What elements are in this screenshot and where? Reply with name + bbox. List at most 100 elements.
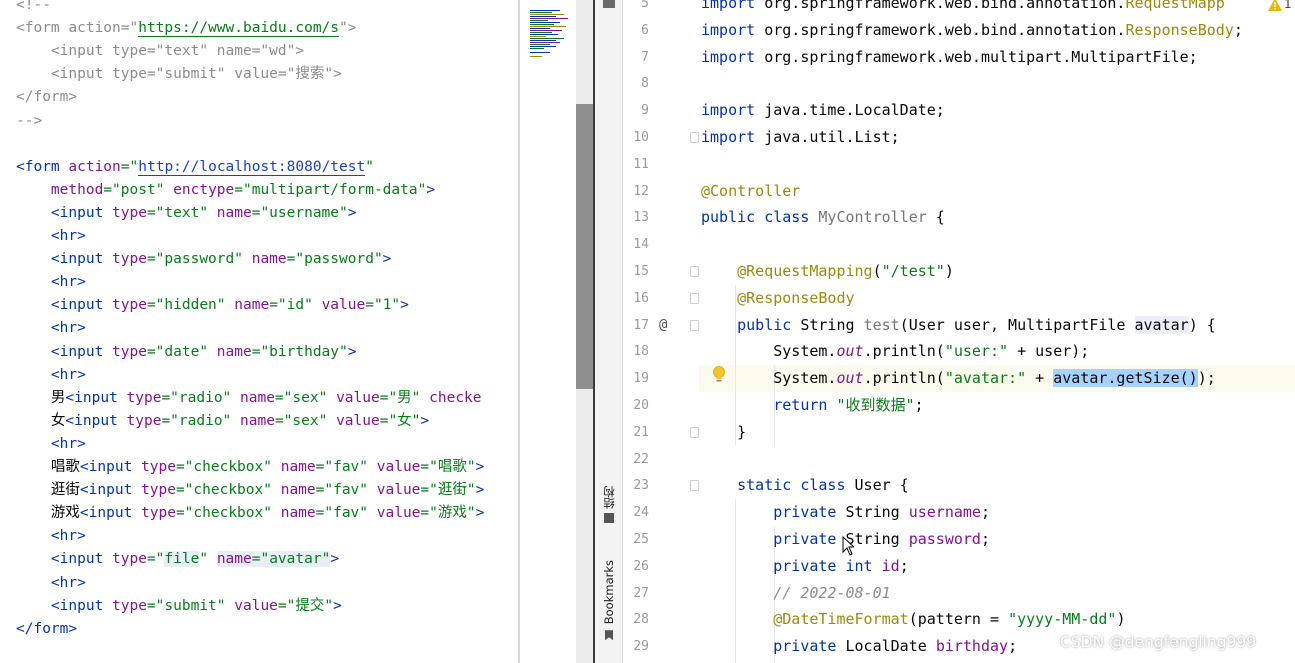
scrollbar-thumb[interactable] <box>576 104 593 389</box>
html-code-line: <hr> <box>16 364 86 387</box>
html-code-line: </form> <box>16 86 77 109</box>
code-token: action <box>68 158 121 175</box>
tool-tab-structure[interactable]: 结构 <box>599 486 619 527</box>
code-token: ="逛街" <box>420 482 476 499</box>
html-code-line: --> <box>16 110 42 133</box>
code-token: org.springframework.web.bind.annotation. <box>764 0 1126 12</box>
code-token: ; <box>1233 20 1243 39</box>
code-token: type <box>112 343 147 360</box>
fold-marker-icon[interactable] <box>690 426 699 438</box>
code-token: ="birthday" <box>251 343 348 360</box>
code-token: type <box>112 204 147 221</box>
request-mapping-gutter-icon[interactable]: @ <box>659 312 667 339</box>
code-token: ="id" <box>269 297 322 314</box>
line-number: 14 <box>633 237 649 253</box>
code-token: ="checkbox" <box>175 505 281 522</box>
html-code-line: <input type="text" name="wd"> <box>16 40 304 63</box>
tool-tab-bookmarks[interactable]: Bookmarks <box>599 560 619 641</box>
java-code-line: import java.time.LocalDate; <box>701 97 945 124</box>
fold-marker-icon[interactable] <box>690 292 699 304</box>
code-token: ="fav" <box>315 505 377 522</box>
code-token: String <box>800 315 864 334</box>
code-token: ="date" <box>146 343 217 360</box>
code-token: ; <box>1008 637 1018 656</box>
lightbulb-icon[interactable] <box>712 366 726 384</box>
code-token: password <box>908 530 981 548</box>
code-token: ="radio" <box>161 389 241 406</box>
code-token: avatar <box>1134 315 1189 334</box>
java-code-area[interactable]: import org.springframework.web.bind.anno… <box>699 0 1295 663</box>
html-code-line: <input type="file" name="avatar"> <box>16 548 339 571</box>
code-token: ="password" <box>146 251 252 268</box>
code-token: User { <box>854 476 909 495</box>
fold-marker-icon[interactable] <box>690 132 699 143</box>
line-number: 5 <box>641 0 649 11</box>
code-token: import <box>701 128 765 146</box>
code-token: id <box>881 556 900 575</box>
code-token: ="post" <box>103 181 174 198</box>
code-token: <hr> <box>16 320 86 337</box>
minimap-line <box>530 38 564 39</box>
code-token: > <box>475 482 485 499</box>
line-number: 11 <box>633 156 649 172</box>
code-token: ="text" <box>146 204 217 221</box>
code-token: System. <box>701 342 837 361</box>
java-code-line: public String test(User user, MultipartF… <box>701 312 1216 339</box>
code-token: ); <box>1197 369 1216 388</box>
code-token: type <box>126 389 162 406</box>
java-code-line: return "收到数据"; <box>701 392 923 419</box>
fold-marker-icon[interactable] <box>690 319 699 331</box>
code-token: @RequestMapping <box>737 262 873 280</box>
code-token: "yyyy-MM-dd" <box>1008 610 1117 629</box>
java-code-line: static class User { <box>701 472 909 499</box>
minimap-line <box>530 18 568 19</box>
line-number: 15 <box>633 264 649 279</box>
code-token: ="submit" <box>146 597 235 614</box>
fold-marker-icon[interactable] <box>690 480 699 492</box>
code-token: LocalDate <box>845 637 936 656</box>
structure-icon <box>604 513 614 523</box>
code-token: { <box>926 208 945 227</box>
code-token: ="fav" <box>315 482 377 499</box>
java-code-line: @DateTimeFormat(pattern = "yyyy-MM-dd") <box>701 606 1125 633</box>
html-code-line: 女<input type="radio" name="sex" value="女… <box>16 410 429 433</box>
minimap[interactable] <box>520 0 576 663</box>
code-token: <input <box>16 251 113 268</box>
minimap-line <box>530 10 560 11</box>
code-token: <input <box>16 204 113 221</box>
code-token: ="radio" <box>161 412 241 429</box>
code-token: " <box>365 158 374 175</box>
code-token: > <box>400 297 409 314</box>
code-token: <hr> <box>16 274 86 291</box>
vertical-scrollbar[interactable] <box>576 0 593 663</box>
code-token: avatar.getSize() <box>1053 369 1198 388</box>
code-token: ( <box>872 262 882 280</box>
code-token: import <box>701 0 765 12</box>
code-token: 唱歌 <box>16 459 80 475</box>
line-number-gutter[interactable]: 5 6 7 8 9 10 11 12 13 14 15 16 17 @18 19 20 21 22 23 24 25 26… <box>623 0 699 663</box>
line-number: 20 <box>633 398 649 413</box>
code-token: <form <box>16 20 69 37</box>
project-icon[interactable] <box>603 0 615 8</box>
html-code-line: <hr> <box>16 525 86 548</box>
code-token: (User user, MultipartFile <box>899 315 1135 334</box>
html-editor-pane[interactable]: <!-- <form action="https://www.baidu.com/… <box>0 0 520 663</box>
html-code-line: <hr> <box>16 572 86 595</box>
code-token: + user); <box>1008 342 1090 361</box>
code-token: <hr> <box>16 228 86 244</box>
code-token: name <box>280 482 316 499</box>
minimap-line <box>530 12 552 13</box>
code-token: ="女" <box>379 412 421 429</box>
code-token: RequestMapp <box>1125 0 1225 12</box>
code-token: type <box>141 459 176 475</box>
code-token: "avatar:" <box>944 369 1027 388</box>
line-number: 22 <box>633 451 649 467</box>
code-token: ="fav" <box>315 459 377 475</box>
minimap-line <box>530 46 556 47</box>
inspection-widget[interactable]: 1 <box>1268 0 1295 12</box>
code-token: username <box>908 503 981 522</box>
fold-marker-icon[interactable] <box>690 266 699 277</box>
code-token: method <box>50 181 104 198</box>
